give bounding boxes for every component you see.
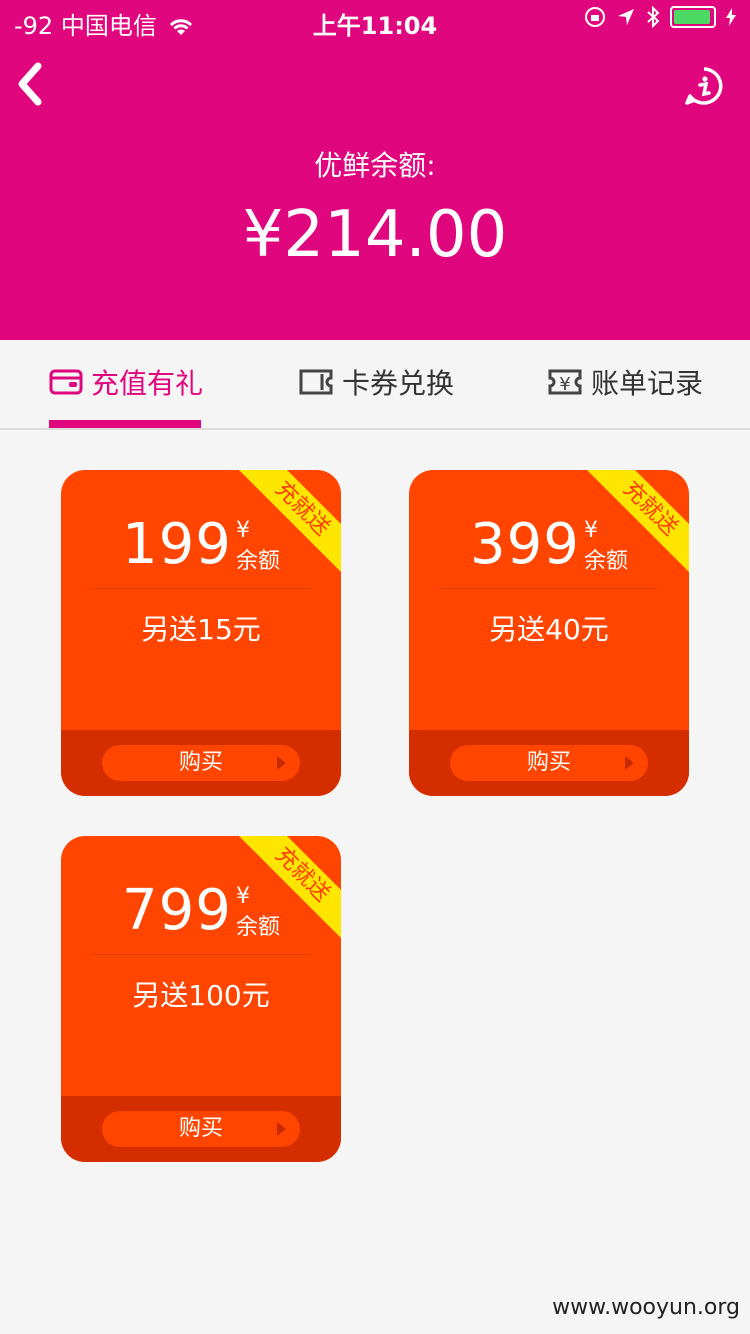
amount-value: 799 (122, 878, 232, 943)
buy-button[interactable]: 购买 (102, 1111, 300, 1147)
buy-label: 购买 (526, 750, 571, 775)
buy-label: 购买 (178, 750, 223, 775)
tab-coupon-exchange[interactable]: 卡券兑换 (298, 362, 454, 402)
play-arrow-icon (277, 756, 286, 770)
tab-label: 账单记录 (591, 367, 704, 400)
recharge-amount: 799 ¥ 余额 (61, 878, 341, 943)
orientation-lock-icon (585, 7, 605, 27)
amount-unit: 余额 (235, 549, 280, 574)
amount-value: 199 (122, 512, 232, 577)
tab-label: 卡券兑换 (342, 367, 455, 400)
bonus-text: 另送15元 (141, 613, 261, 646)
card-footer: 购买 (409, 730, 689, 796)
wallet-icon (49, 369, 83, 395)
buy-button[interactable]: 购买 (102, 745, 300, 781)
buy-button[interactable]: 购买 (450, 745, 648, 781)
charging-icon (726, 8, 736, 26)
chevron-left-icon[interactable] (14, 62, 54, 106)
recharge-amount: 399 ¥ 余额 (409, 512, 689, 577)
play-arrow-icon (277, 1122, 286, 1136)
balance-value: ¥214.00 (242, 198, 508, 272)
bluetooth-icon (647, 6, 660, 28)
bonus-text: 另送40元 (489, 613, 609, 646)
tab-bar: 充值有礼 卡券兑换 ¥ 账单记录 (0, 340, 750, 430)
recharge-card-199[interactable]: 充就送 199 ¥ 余额 另送15元 购买 (61, 470, 341, 796)
buy-label: 购买 (178, 1116, 223, 1141)
recharge-card-799[interactable]: 充就送 799 ¥ 余额 另送100元 购买 (61, 836, 341, 1162)
battery-icon (670, 6, 716, 28)
card-footer: 购买 (61, 730, 341, 796)
tab-label: 充值有礼 (91, 367, 204, 400)
currency-symbol: ¥ (235, 518, 250, 543)
active-tab-indicator (49, 420, 201, 428)
recharge-amount: 199 ¥ 余额 (61, 512, 341, 577)
currency-symbol: ¥ (235, 884, 250, 909)
info-icon[interactable] (684, 66, 724, 106)
amount-unit: 余额 (583, 549, 628, 574)
card-divider (439, 588, 659, 589)
tab-bill-records[interactable]: ¥ 账单记录 (547, 362, 703, 402)
bill-icon: ¥ (548, 369, 582, 395)
play-arrow-icon (625, 756, 634, 770)
currency-symbol: ¥ (583, 518, 598, 543)
ticket-icon (299, 369, 333, 395)
location-icon (618, 9, 634, 25)
amount-unit: 余额 (235, 915, 280, 940)
recharge-card-399[interactable]: 充就送 399 ¥ 余额 另送40元 购买 (409, 470, 689, 796)
balance-header: -92 中国电信 上午11:04 优鲜余额: ¥214.00 (0, 0, 750, 340)
card-divider (91, 588, 311, 589)
status-bar: -92 中国电信 上午11:04 (0, 0, 750, 40)
tab-recharge-gift[interactable]: 充值有礼 (49, 362, 203, 402)
status-icons (584, 6, 736, 28)
card-divider (91, 954, 311, 955)
watermark: www.wooyun.org (552, 1295, 740, 1320)
amount-value: 399 (470, 512, 580, 577)
svg-text:¥: ¥ (559, 374, 570, 395)
card-footer: 购买 (61, 1096, 341, 1162)
bonus-text: 另送100元 (132, 979, 270, 1012)
balance-label: 优鲜余额: (314, 149, 436, 182)
